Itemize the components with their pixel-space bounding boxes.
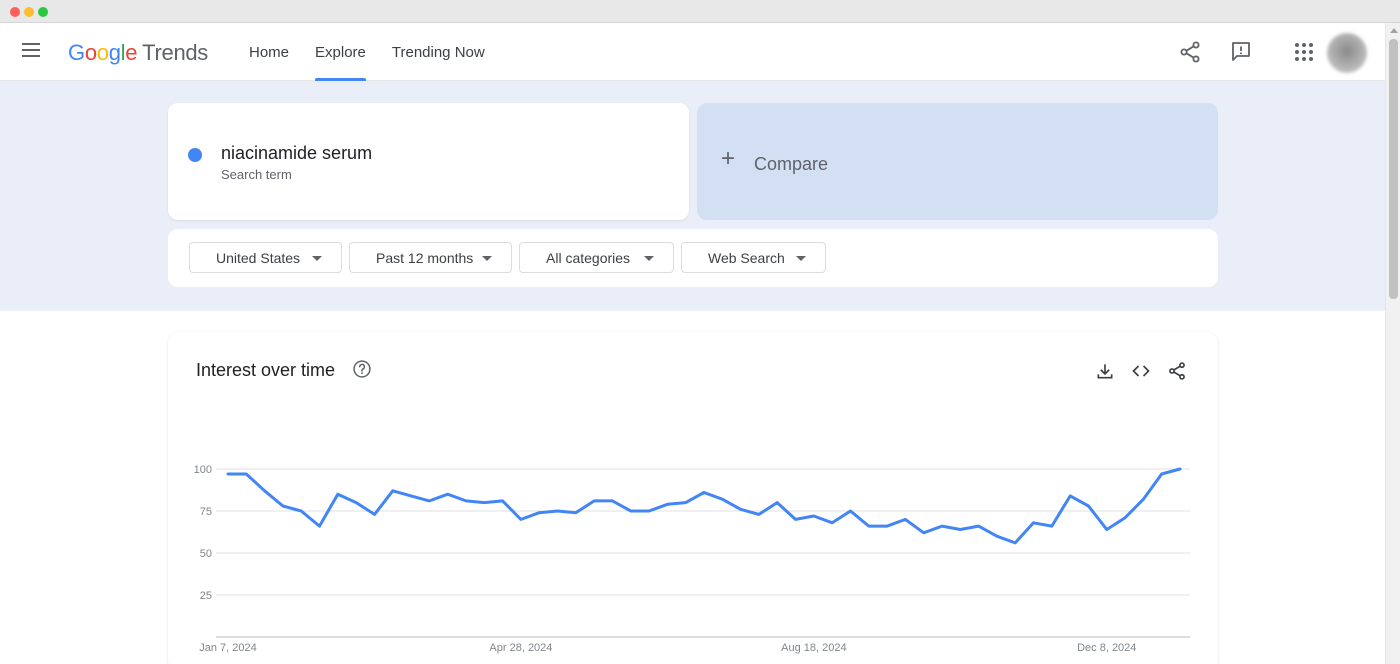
search-type-filter-dropdown[interactable]: Web Search [681, 242, 826, 273]
hamburger-menu-icon[interactable] [22, 43, 42, 61]
search-type-filter-label: Web Search [708, 250, 785, 266]
window-titlebar [0, 0, 1400, 23]
feedback-icon[interactable] [1229, 40, 1253, 64]
compare-label: Compare [754, 154, 829, 174]
y-tick-label: 50 [200, 548, 212, 560]
category-filter-dropdown[interactable]: All categories [519, 242, 674, 273]
region-filter-label: United States [216, 250, 301, 266]
search-term-label[interactable]: niacinamide serum [221, 143, 372, 164]
share-icon[interactable] [1167, 361, 1187, 381]
y-tick-label: 100 [194, 464, 212, 476]
download-icon[interactable] [1095, 361, 1115, 381]
series-color-dot [188, 148, 202, 162]
page-scrollbar[interactable] [1385, 23, 1400, 664]
filter-bar: United States Past 12 months All categor… [168, 229, 1218, 287]
apps-grid-icon[interactable] [1292, 40, 1316, 64]
scroll-up-arrow-icon[interactable] [1390, 28, 1398, 33]
maximize-window-button[interactable] [38, 7, 48, 17]
series-line [226, 467, 1182, 545]
region-filter-dropdown[interactable]: United States [189, 242, 342, 273]
time-range-filter-label: Past 12 months [376, 250, 474, 266]
interest-over-time-chart: 25 50 75 100 Jan 7, 2024 Apr 28, 2024 Aug 18, … [194, 464, 1190, 654]
embed-code-icon[interactable] [1131, 361, 1151, 381]
main-nav: Home Explore Trending Now [236, 23, 498, 81]
google-trends-logo[interactable]: Google Trends [68, 40, 208, 66]
nav-home[interactable]: Home [236, 23, 302, 81]
logo-letter: o [84, 40, 97, 65]
account-avatar[interactable] [1327, 33, 1367, 73]
compare-button[interactable]: + Compare [697, 103, 1218, 220]
nav-trending-now[interactable]: Trending Now [379, 23, 498, 81]
search-term-card[interactable]: niacinamide serum Search term [168, 103, 689, 220]
search-term-type: Search term [221, 167, 292, 182]
dropdown-arrow-icon [312, 256, 322, 261]
minimize-window-button[interactable] [24, 7, 34, 17]
dropdown-arrow-icon [644, 256, 654, 261]
help-icon[interactable] [352, 359, 372, 379]
logo-letter: e [125, 40, 138, 65]
logo-letter: o [96, 40, 109, 65]
dropdown-arrow-icon [482, 256, 492, 261]
close-window-button[interactable] [10, 7, 20, 17]
logo-product-name: Trends [142, 40, 209, 65]
nav-explore[interactable]: Explore [302, 23, 379, 81]
chart-title: Interest over time [196, 360, 336, 380]
x-tick-label: Aug 18, 2024 [781, 642, 846, 654]
dropdown-arrow-icon [796, 256, 806, 261]
scrollbar-thumb[interactable] [1389, 39, 1398, 299]
time-range-filter-dropdown[interactable]: Past 12 months [349, 242, 512, 273]
x-tick-label: Jan 7, 2024 [199, 642, 257, 654]
share-icon[interactable] [1178, 40, 1202, 64]
plus-icon: + [721, 145, 736, 172]
x-tick-label: Dec 8, 2024 [1077, 642, 1136, 654]
y-tick-label: 75 [200, 506, 212, 518]
category-filter-label: All categories [546, 250, 631, 266]
logo-letter: g [108, 40, 121, 65]
logo-letter: G [68, 40, 85, 65]
y-tick-label: 25 [200, 590, 212, 602]
x-tick-label: Apr 28, 2024 [489, 642, 552, 654]
header-bar: Google Trends Home Explore Trending Now [0, 23, 1385, 81]
interest-over-time-card: 25 50 75 100 Jan 7, 2024 Apr 28, 2024 Aug 18, … [168, 332, 1218, 664]
